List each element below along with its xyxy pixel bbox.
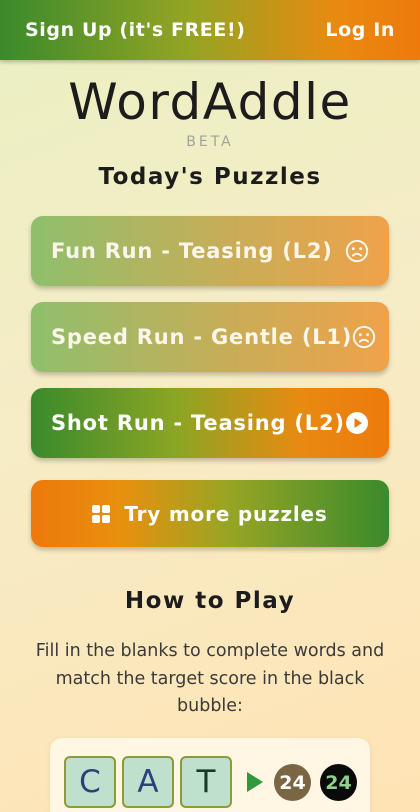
login-link[interactable]: Log In	[325, 19, 395, 41]
sad-face-icon	[352, 325, 376, 349]
example-board: C A T 24 24	[50, 738, 370, 812]
target-score-bubble: 24	[320, 764, 357, 801]
puzzle-button-shot-run[interactable]: Shot Run - Teasing (L2)	[31, 388, 389, 458]
letter-tile: C	[64, 756, 116, 808]
try-more-label: Try more puzzles	[124, 501, 328, 526]
puzzle-label: Shot Run - Teasing (L2)	[51, 411, 345, 435]
app-title: WordAddle	[68, 73, 352, 131]
play-circle-icon	[345, 411, 369, 435]
sad-face-icon	[345, 239, 369, 263]
beta-badge: BETA	[186, 134, 234, 150]
puzzle-label: Speed Run - Gentle (L1)	[51, 325, 353, 349]
grid-icon	[92, 504, 111, 523]
puzzle-label: Fun Run - Teasing (L2)	[51, 239, 333, 263]
how-to-play-heading: How to Play	[124, 588, 296, 614]
letter-tile: A	[122, 756, 174, 808]
letter-tile: T	[180, 756, 232, 808]
puzzle-button-fun-run[interactable]: Fun Run - Teasing (L2)	[31, 216, 389, 286]
signup-link[interactable]: Sign Up (it's FREE!)	[25, 19, 246, 41]
how-to-play-text: Fill in the blanks to complete words and…	[35, 641, 385, 716]
score-bubble: 24	[274, 764, 311, 801]
todays-puzzles-heading: Today's Puzzles	[98, 164, 322, 190]
brand-block: WordAddle BETA	[0, 72, 420, 150]
top-nav-bar: Sign Up (it's FREE!) Log In	[0, 0, 420, 60]
puzzle-button-speed-run[interactable]: Speed Run - Gentle (L1)	[31, 302, 389, 372]
try-more-puzzles-button[interactable]: Try more puzzles	[31, 480, 389, 547]
play-arrow-icon	[247, 772, 263, 792]
